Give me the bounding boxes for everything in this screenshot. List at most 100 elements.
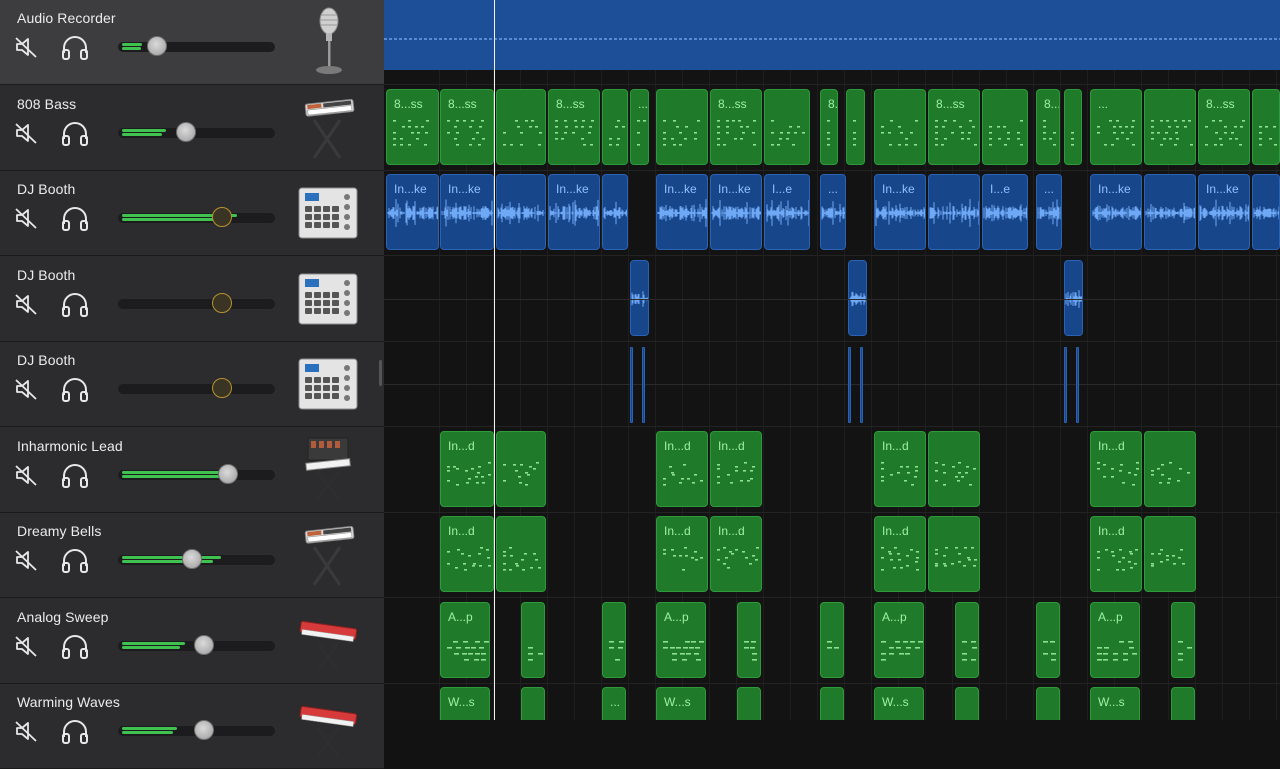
midi-region[interactable] (1036, 687, 1060, 720)
midi-region[interactable]: In...d (710, 430, 762, 507)
midi-region[interactable]: 8...ss (548, 88, 600, 165)
headphones-icon[interactable] (60, 206, 90, 232)
headphones-icon[interactable] (60, 35, 90, 61)
audio-region[interactable] (848, 259, 867, 336)
midi-region[interactable] (1144, 516, 1196, 592)
midi-region[interactable]: 8...s (1036, 88, 1060, 165)
midi-region[interactable] (874, 88, 926, 165)
volume-slider[interactable] (118, 378, 275, 398)
volume-knob[interactable] (194, 720, 214, 740)
synth-stand-icon[interactable] (296, 434, 360, 506)
drum-machine-icon[interactable] (296, 263, 360, 335)
midi-region[interactable] (496, 430, 546, 507)
midi-region[interactable]: In...d (656, 430, 708, 507)
track-header-6[interactable]: Inharmonic Lead (0, 427, 384, 513)
audio-region[interactable] (602, 174, 628, 250)
drum-machine-icon[interactable] (296, 177, 360, 249)
midi-region[interactable] (764, 88, 810, 165)
midi-region[interactable] (1036, 601, 1060, 678)
midi-region[interactable] (602, 88, 628, 165)
volume-knob[interactable] (176, 121, 196, 142)
midi-region[interactable] (820, 687, 844, 720)
midi-region[interactable] (496, 88, 546, 165)
mute-icon[interactable] (14, 207, 40, 229)
mute-icon[interactable] (14, 122, 40, 144)
midi-region[interactable] (737, 687, 761, 720)
headphones-icon[interactable] (60, 377, 90, 403)
midi-region[interactable] (820, 601, 844, 678)
track-header-9[interactable]: Warming Waves (0, 684, 384, 769)
mute-icon[interactable] (14, 720, 40, 742)
mute-icon[interactable] (14, 635, 40, 657)
audio-recorder-region[interactable] (384, 0, 1280, 70)
midi-region[interactable]: W...s (440, 687, 490, 720)
red-synth-icon[interactable] (296, 605, 360, 677)
midi-region[interactable] (496, 516, 546, 592)
audio-region[interactable] (1064, 347, 1067, 423)
midi-region[interactable]: A...p (656, 601, 706, 678)
volume-knob[interactable] (147, 36, 167, 56)
volume-knob[interactable] (194, 634, 214, 655)
midi-region[interactable]: ... (602, 687, 626, 720)
midi-region[interactable]: ... (630, 88, 649, 165)
audio-region[interactable]: In...ke (386, 174, 439, 250)
microphone-icon[interactable] (296, 6, 360, 78)
headphones-icon[interactable] (60, 121, 90, 147)
red-synth-icon[interactable] (296, 690, 360, 762)
midi-region[interactable]: In...d (656, 516, 708, 592)
playhead[interactable] (494, 0, 495, 720)
midi-region[interactable]: 8...ss (710, 88, 762, 165)
mute-icon[interactable] (14, 549, 40, 571)
audio-region[interactable]: In...ke (656, 174, 708, 250)
midi-region[interactable]: A...p (874, 601, 924, 678)
midi-region[interactable] (982, 88, 1028, 165)
audio-region[interactable]: In...ke (440, 174, 494, 250)
audio-region[interactable]: In...ke (874, 174, 926, 250)
volume-slider[interactable] (118, 121, 275, 142)
volume-knob[interactable] (212, 207, 232, 227)
midi-region[interactable] (656, 88, 708, 165)
midi-region[interactable]: W...s (656, 687, 706, 720)
headphones-icon[interactable] (60, 719, 90, 745)
keyboard-stand-icon[interactable] (296, 519, 360, 591)
midi-region[interactable]: In...d (440, 516, 494, 592)
mute-icon[interactable] (14, 378, 40, 400)
midi-region[interactable]: 8...s (820, 88, 838, 165)
midi-region[interactable]: In...d (440, 430, 494, 507)
midi-region[interactable] (1144, 88, 1196, 165)
mute-icon[interactable] (14, 293, 40, 315)
headphones-icon[interactable] (60, 292, 90, 318)
midi-region[interactable]: In...d (1090, 516, 1142, 592)
audio-region[interactable]: In...ke (710, 174, 762, 250)
audio-region[interactable] (1064, 259, 1083, 336)
mute-icon[interactable] (14, 464, 40, 486)
drum-machine-icon[interactable] (296, 348, 360, 420)
volume-slider[interactable] (118, 720, 275, 740)
mute-icon[interactable] (14, 36, 40, 58)
volume-slider[interactable] (118, 634, 275, 655)
track-header-2[interactable]: 808 Bass (0, 85, 384, 171)
headphones-icon[interactable] (60, 463, 90, 489)
audio-region[interactable]: ... (1036, 174, 1062, 250)
midi-region[interactable] (1171, 601, 1195, 678)
track-header-3[interactable]: DJ Booth (0, 171, 384, 256)
midi-region[interactable] (846, 88, 865, 165)
midi-region[interactable] (521, 601, 545, 678)
audio-region[interactable]: I...e (764, 174, 810, 250)
volume-knob[interactable] (218, 463, 238, 484)
track-header-4[interactable]: DJ Booth (0, 256, 384, 342)
midi-region[interactable]: ... (1090, 88, 1142, 165)
midi-region[interactable]: In...d (1090, 430, 1142, 507)
audio-region[interactable]: In...ke (1198, 174, 1250, 250)
track-header-8[interactable]: Analog Sweep (0, 598, 384, 684)
midi-region[interactable]: In...d (874, 516, 926, 592)
midi-region[interactable] (1171, 687, 1195, 720)
midi-region[interactable] (928, 516, 980, 592)
audio-region[interactable] (496, 174, 546, 250)
volume-slider[interactable] (118, 36, 275, 56)
audio-region[interactable]: I...e (982, 174, 1028, 250)
volume-slider[interactable] (118, 292, 275, 313)
midi-region[interactable] (1064, 88, 1082, 165)
midi-region[interactable] (737, 601, 761, 678)
audio-region[interactable] (1144, 174, 1196, 250)
